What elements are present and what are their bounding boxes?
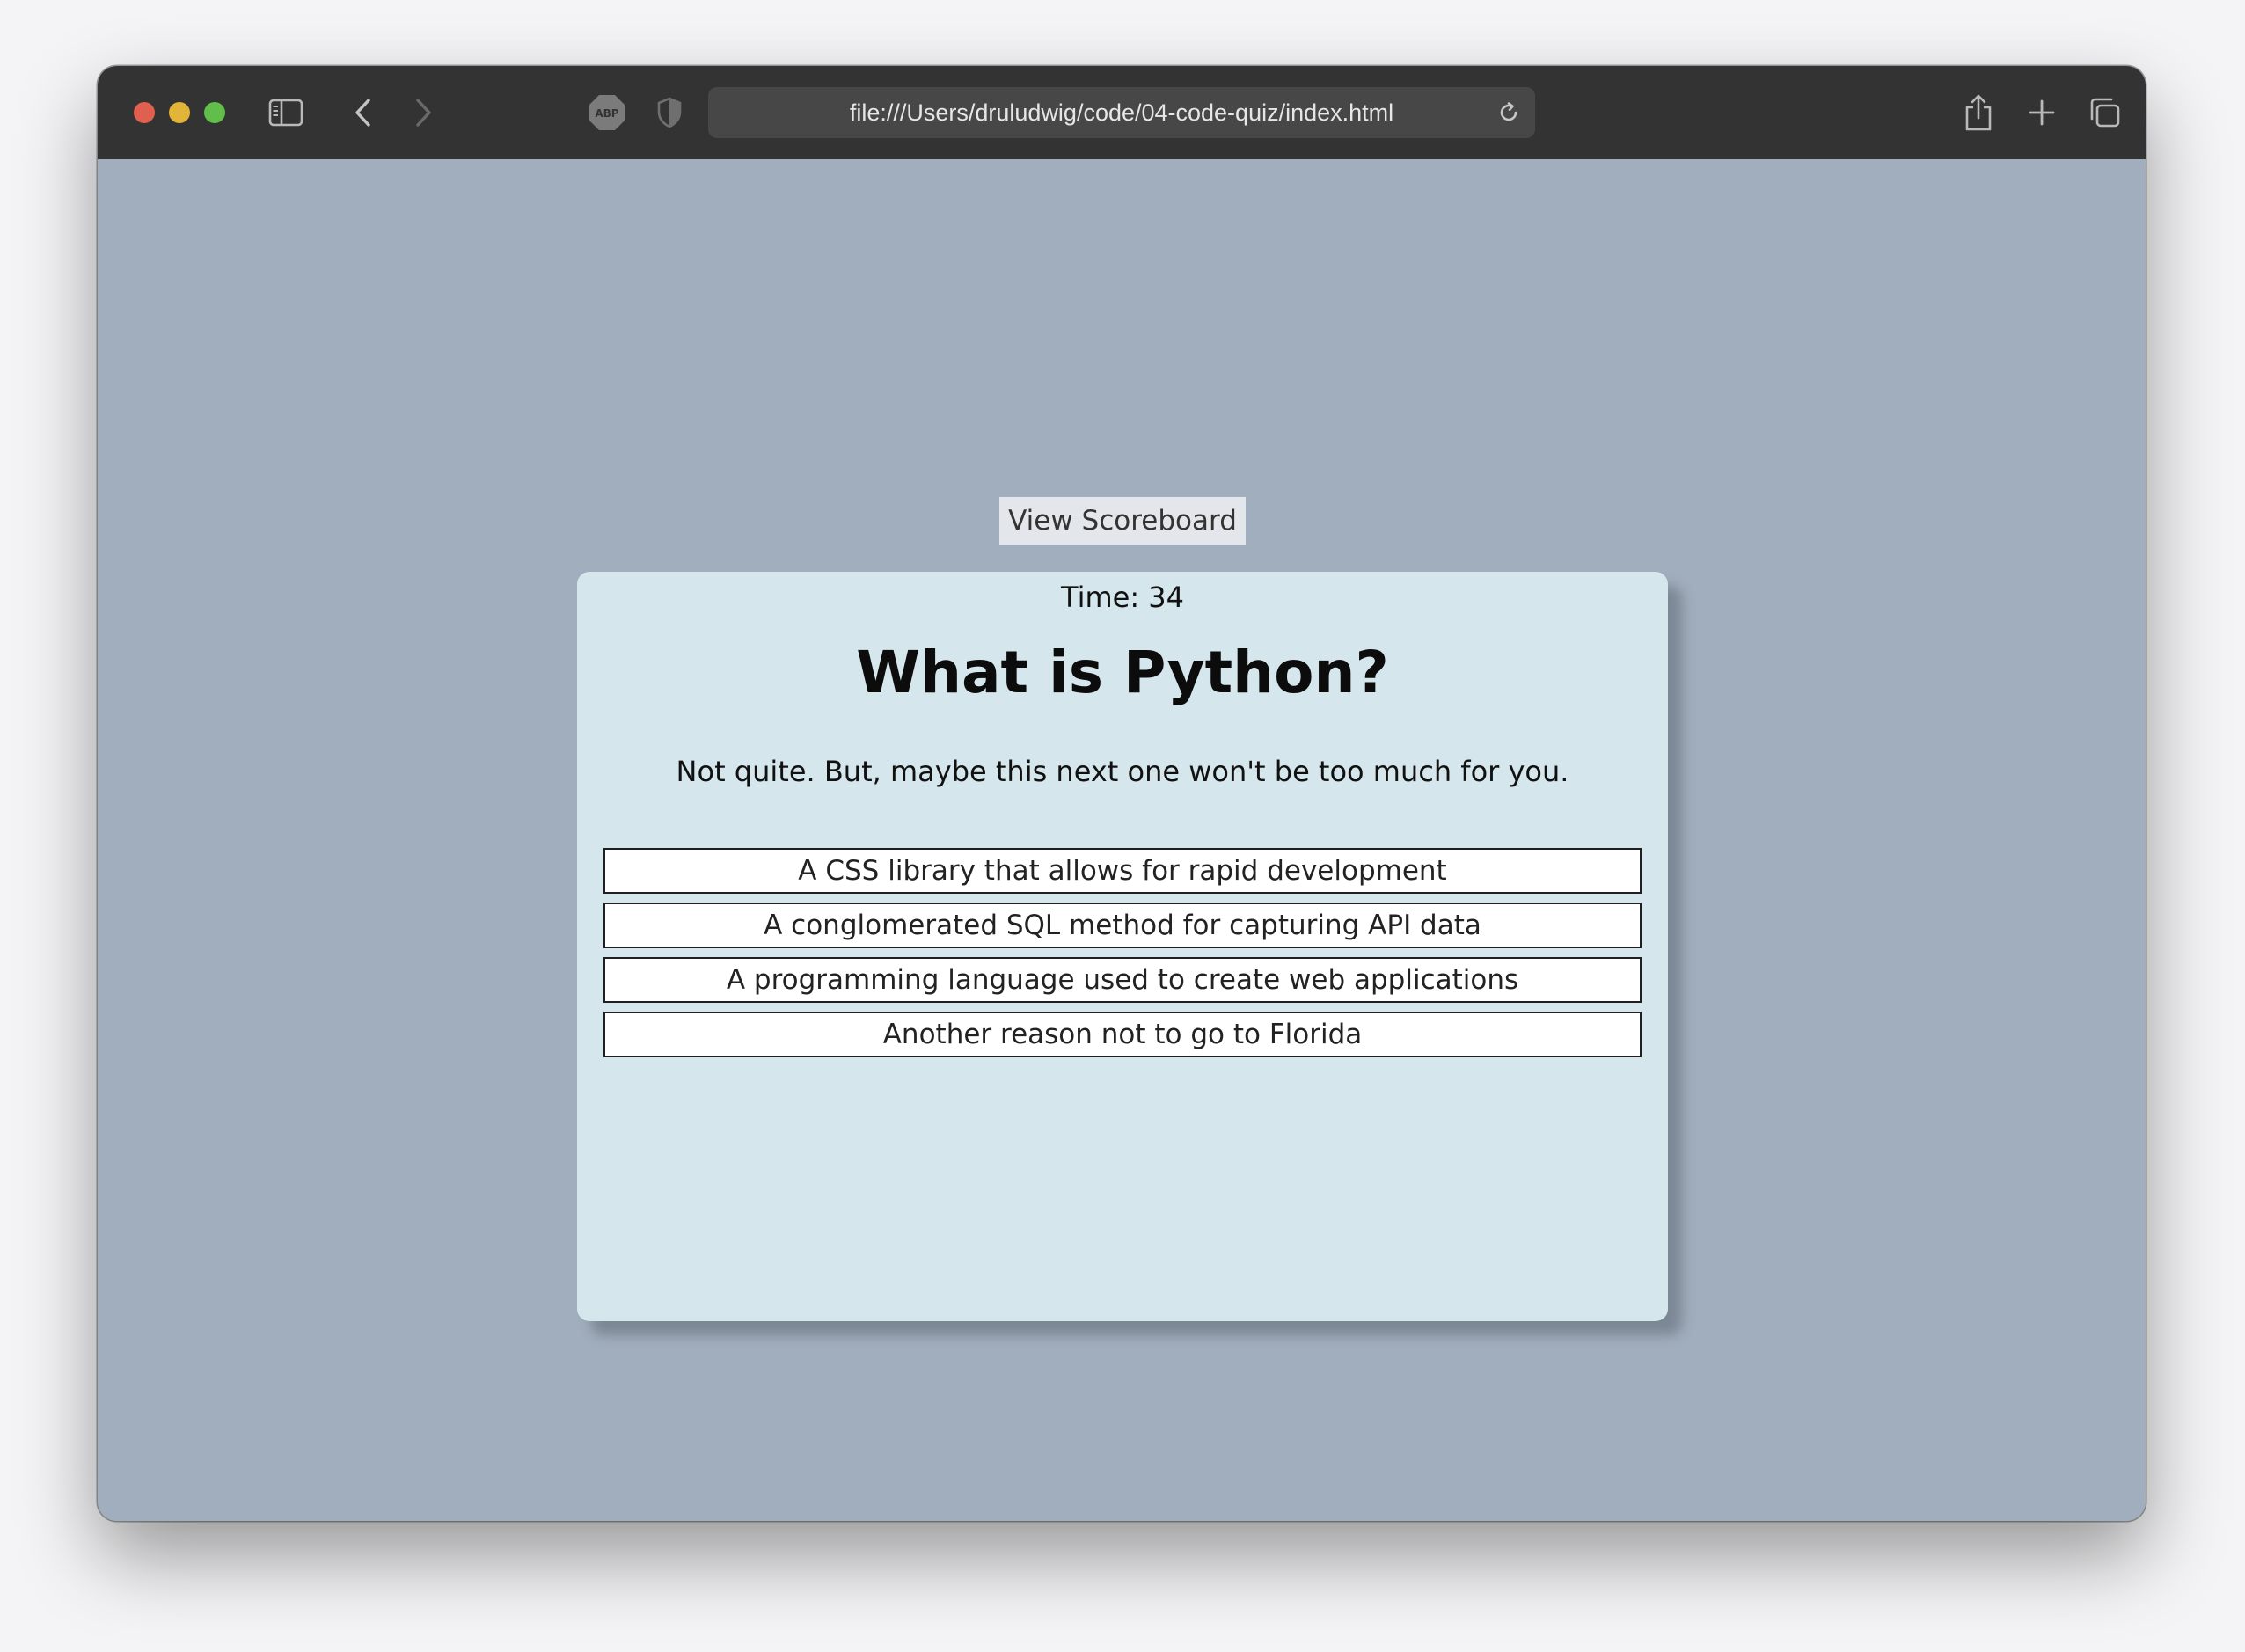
- adblock-plus-icon[interactable]: ABP: [586, 92, 628, 133]
- reload-icon[interactable]: [1495, 99, 1523, 127]
- url-text[interactable]: file:///Users/druludwig/code/04-code-qui…: [708, 87, 1535, 138]
- question-heading: What is Python?: [856, 639, 1389, 706]
- answer-option-1[interactable]: A CSS library that allows for rapid deve…: [603, 848, 1642, 894]
- answer-option-2[interactable]: A conglomerated SQL method for capturing…: [603, 903, 1642, 948]
- tab-overview-icon[interactable]: [2083, 92, 2125, 133]
- address-bar[interactable]: file:///Users/druludwig/code/04-code-qui…: [708, 87, 1535, 138]
- new-tab-icon[interactable]: [2022, 92, 2061, 133]
- forward-arrow-icon[interactable]: [406, 92, 441, 133]
- share-icon[interactable]: [1959, 91, 1998, 135]
- quiz-card: Time: 34 What is Python? Not quite. But,…: [577, 572, 1668, 1321]
- answer-option-3[interactable]: A programming language used to create we…: [603, 957, 1642, 1003]
- browser-window: ABP file:///Users/druludwig/code/04-code…: [98, 66, 2146, 1521]
- adblock-plus-label: ABP: [595, 107, 618, 120]
- timer-text: Time: 34: [1061, 581, 1184, 614]
- page-viewport: View Scoreboard Time: 34 What is Python?…: [98, 159, 2146, 1521]
- sidebar-toggle-icon[interactable]: [268, 98, 303, 128]
- close-window-button[interactable]: [134, 102, 155, 123]
- privacy-shield-icon[interactable]: [652, 92, 687, 133]
- answer-feedback: Not quite. But, maybe this next one won'…: [676, 755, 1569, 788]
- minimize-window-button[interactable]: [169, 102, 190, 123]
- answer-option-4[interactable]: Another reason not to go to Florida: [603, 1012, 1642, 1057]
- maximize-window-button[interactable]: [204, 102, 225, 123]
- view-scoreboard-button[interactable]: View Scoreboard: [999, 497, 1246, 545]
- answer-list: A CSS library that allows for rapid deve…: [603, 848, 1642, 1066]
- back-arrow-icon[interactable]: [346, 92, 381, 133]
- browser-toolbar: ABP file:///Users/druludwig/code/04-code…: [98, 66, 2146, 161]
